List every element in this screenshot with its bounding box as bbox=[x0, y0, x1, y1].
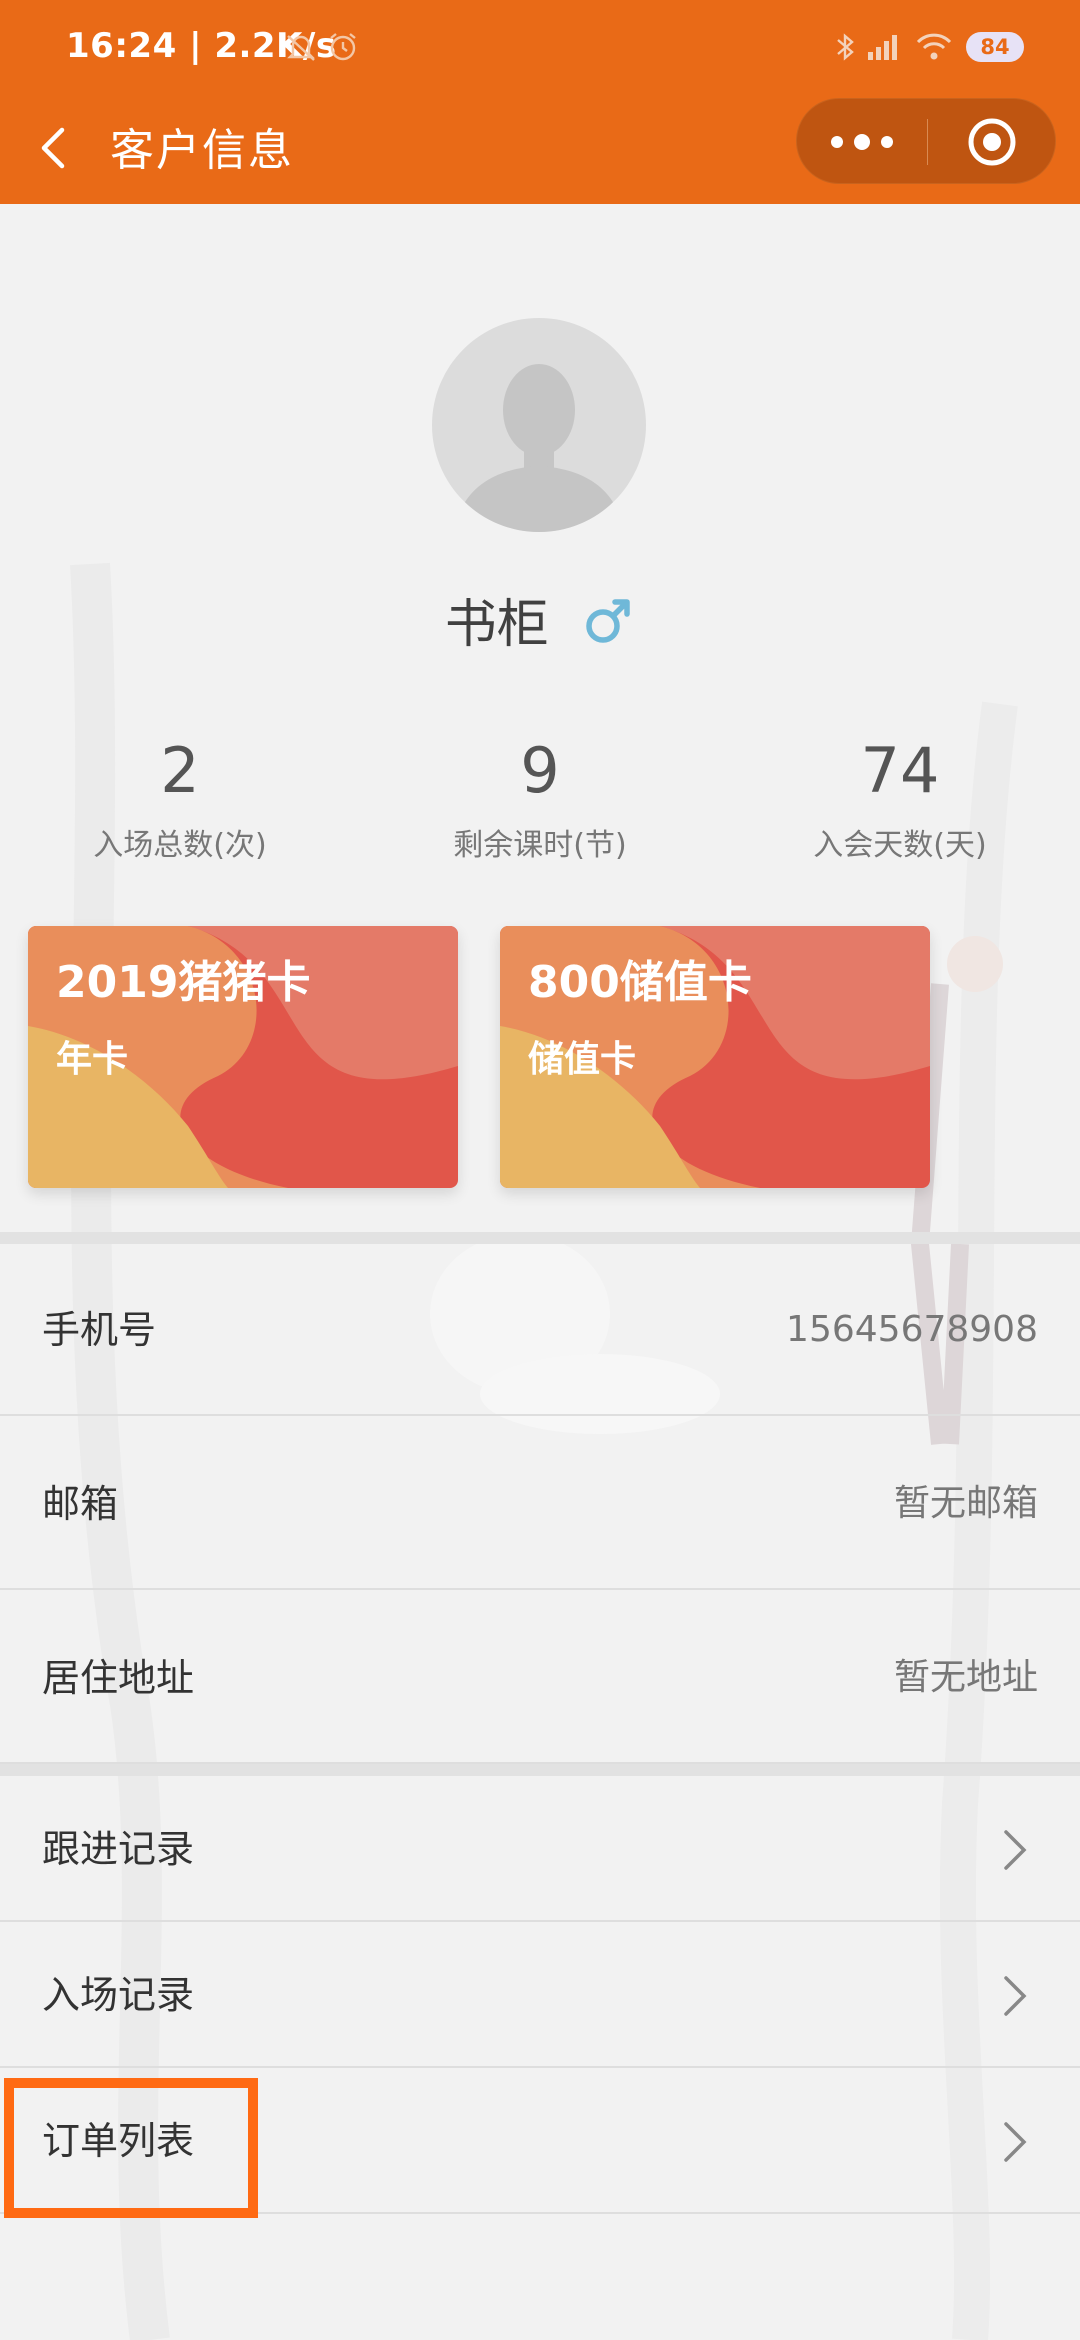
section-divider bbox=[0, 1232, 1080, 1244]
battery-level: 84 bbox=[966, 32, 1024, 62]
email-label: 邮箱 bbox=[42, 1482, 119, 1526]
nav-label: 跟进记录 bbox=[42, 1827, 195, 1871]
stat-label: 入场总数(次) bbox=[93, 828, 267, 863]
stat-member-days: 74 入会天数(天) bbox=[720, 730, 1080, 864]
email-value: 暂无邮箱 bbox=[893, 1483, 1038, 1524]
avatar[interactable] bbox=[432, 318, 646, 532]
chevron-right-icon bbox=[1002, 1972, 1030, 2020]
stat-value: 9 bbox=[520, 734, 560, 807]
stat-label: 入会天数(天) bbox=[813, 828, 987, 863]
more-options-button[interactable] bbox=[797, 99, 927, 185]
card-title: 800储值卡 bbox=[528, 957, 752, 1008]
phone-label: 手机号 bbox=[42, 1308, 157, 1352]
nav-label: 入场记录 bbox=[42, 1973, 195, 2017]
section-divider bbox=[0, 1764, 1080, 1776]
customer-name-row: 书柜 bbox=[0, 582, 1080, 657]
alarm-icon bbox=[326, 30, 360, 64]
membership-card-annual[interactable]: 2019猪猪卡 年卡 bbox=[28, 926, 458, 1188]
page-title: 客户信息 bbox=[110, 125, 294, 176]
address-value: 暂无地址 bbox=[893, 1657, 1038, 1698]
nav-entry-records[interactable]: 入场记录 bbox=[0, 1922, 1080, 2068]
status-bar: 16:24 | 2.2K/s 84 bbox=[0, 0, 1080, 96]
membership-card-stored-value[interactable]: 800储值卡 储值卡 bbox=[500, 926, 930, 1188]
nav-header: 客户信息 bbox=[0, 96, 1080, 204]
email-row: 邮箱 暂无邮箱 bbox=[0, 1418, 1080, 1590]
back-arrow-icon[interactable] bbox=[30, 116, 80, 180]
stat-label: 剩余课时(节) bbox=[453, 828, 627, 863]
phone-row[interactable]: 手机号 15645678908 bbox=[0, 1244, 1080, 1416]
stat-value: 74 bbox=[860, 734, 940, 807]
male-icon bbox=[583, 594, 635, 646]
customer-name: 书柜 bbox=[444, 595, 549, 655]
stat-remaining-lessons: 9 剩余课时(节) bbox=[360, 730, 720, 864]
mini-program-capsule bbox=[796, 98, 1056, 184]
wifi-icon bbox=[914, 30, 954, 64]
stats-row: 2 入场总数(次) 9 剩余课时(节) 74 入会天数(天) bbox=[0, 730, 1080, 870]
chevron-right-icon bbox=[1002, 1826, 1030, 1874]
signal-icon bbox=[864, 30, 904, 64]
bluetooth-icon bbox=[828, 30, 862, 64]
card-title: 2019猪猪卡 bbox=[56, 957, 311, 1008]
card-type: 储值卡 bbox=[528, 1039, 637, 1080]
stat-entry-count: 2 入场总数(次) bbox=[0, 730, 360, 864]
card-type: 年卡 bbox=[56, 1039, 129, 1080]
phone-value[interactable]: 15645678908 bbox=[786, 1244, 1038, 1416]
bell-off-icon bbox=[284, 30, 318, 64]
close-mini-program-button[interactable] bbox=[928, 99, 1057, 185]
address-label: 居住地址 bbox=[42, 1656, 195, 1700]
highlight-annotation-box bbox=[4, 2078, 258, 2218]
stat-value: 2 bbox=[160, 734, 200, 807]
app-bar: 16:24 | 2.2K/s 84 客户信息 bbox=[0, 0, 1080, 204]
chevron-right-icon bbox=[1002, 2118, 1030, 2166]
address-row: 居住地址 暂无地址 bbox=[0, 1592, 1080, 1764]
nav-follow-up-records[interactable]: 跟进记录 bbox=[0, 1776, 1080, 1922]
